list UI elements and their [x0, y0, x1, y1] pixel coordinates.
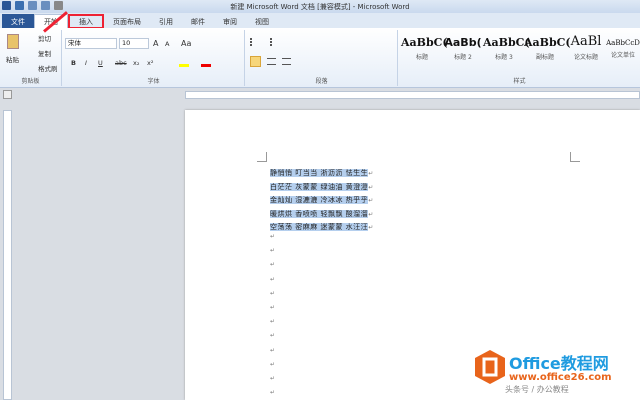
credit-text: 头条号 / 办公教程 — [505, 385, 569, 394]
subscript-button[interactable]: x₂ — [133, 59, 139, 67]
document-text[interactable]: 静悄悄 叮当当 淅沥沥 怯生生↵ 白茫茫 灰蒙蒙 绿油油 黄澄澄↵ 金灿灿 湿漉… — [270, 167, 373, 235]
paragraph-mark: ↵ — [270, 275, 276, 283]
style-paper-unit[interactable]: AaBbCcD 论文单位 — [603, 36, 640, 59]
grow-font-button[interactable]: A — [153, 39, 158, 48]
paragraph-mark: ↵ — [270, 233, 276, 240]
style-title[interactable]: AaBbC( 标题 — [401, 36, 448, 61]
brand-url: www.office26.com — [509, 372, 612, 383]
tab-page-layout[interactable]: 页面布局 — [104, 14, 150, 29]
style-sample: AaBbC( — [401, 36, 448, 49]
paragraph-mark: ↵ — [368, 183, 374, 191]
style-sample: AaBbCcD — [606, 39, 640, 47]
horizontal-ruler[interactable] — [185, 91, 640, 99]
italic-button[interactable]: I — [85, 59, 87, 67]
paragraph-mark: ↵ — [270, 389, 276, 397]
office-logo-icon — [475, 350, 505, 384]
style-heading-2[interactable]: AaBb( 标题 2 — [442, 36, 484, 61]
font-label: 字体 — [147, 78, 160, 85]
paragraph-mark: ↵ — [368, 210, 374, 218]
text-line: 白茫茫 灰蒙蒙 绿油油 黄澄澄 — [270, 182, 369, 191]
tab-insert[interactable]: 插入 — [68, 14, 104, 29]
paragraph-mark: ↵ — [270, 289, 276, 297]
shrink-font-button[interactable]: A — [165, 40, 169, 48]
paragraph-mark: ↵ — [270, 332, 276, 340]
font-size-select[interactable]: 10 — [119, 38, 149, 49]
format-painter-button[interactable]: 格式刷 — [38, 63, 58, 73]
paragraph-mark: ↵ — [368, 197, 374, 204]
clipboard-group: 粘贴 剪切 复制 格式刷 剪贴板 — [0, 30, 62, 86]
paragraph-group: 段落 — [246, 30, 398, 86]
style-sample: AaBb( — [444, 36, 482, 49]
style-name: 副标题 — [535, 54, 554, 61]
styles-group: AaBbC(标题 AaBb(标题 2 AaBbC(标题 3 AaBbC(副标题 … — [399, 30, 640, 86]
text-line: 暖烘烘 香喷喷 轻飘飘 酸溜溜 — [270, 209, 369, 218]
align-right-icon[interactable] — [282, 58, 291, 65]
superscript-button[interactable]: x² — [147, 59, 153, 67]
tab-view[interactable]: 视图 — [246, 14, 278, 29]
style-sample: AaBbC( — [483, 36, 530, 49]
style-name: 论文标题 — [573, 54, 598, 61]
clipboard-label: 剪贴板 — [21, 78, 40, 85]
paragraph-mark: ↵ — [270, 304, 276, 312]
bold-button[interactable]: B — [71, 59, 76, 67]
highlight-icon[interactable] — [179, 64, 189, 67]
paragraph-mark: ↵ — [270, 247, 276, 255]
strikethrough-button[interactable]: abc — [115, 59, 127, 67]
paragraph-mark: ↵ — [270, 261, 276, 269]
brand-name: Office教程网 — [509, 354, 609, 373]
tab-file[interactable]: 文件 — [2, 14, 34, 29]
vertical-ruler[interactable] — [3, 110, 12, 400]
ribbon: 粘贴 剪切 复制 格式刷 剪贴板 宋体 10 A A Aa B I U abc … — [0, 28, 640, 88]
numbering-icon[interactable] — [270, 38, 280, 46]
window-title: 新建 Microsoft Word 文档 [兼容模式] - Microsoft … — [230, 3, 410, 11]
tab-references[interactable]: 引用 — [150, 14, 182, 29]
paragraph-mark: ↵ — [368, 224, 374, 231]
paragraph-label: 段落 — [315, 78, 328, 85]
style-name: 标题 2 — [454, 54, 472, 61]
paste-button[interactable]: 粘贴 — [6, 54, 19, 64]
style-subtitle[interactable]: AaBbC( 副标题 — [524, 36, 571, 61]
text-line: 金灿灿 湿漉漉 冷冰冰 热乎乎 — [270, 196, 369, 204]
paragraph-mark: ↵ — [368, 170, 374, 177]
tab-review[interactable]: 审阅 — [214, 14, 246, 29]
watermark-logo: Office教程网 www.office26.com 头条号 / 办公教程 — [475, 350, 635, 395]
bullets-icon[interactable] — [250, 38, 260, 46]
change-case-button[interactable]: Aa — [181, 39, 191, 48]
style-paper-title[interactable]: AaBl 论文标题 — [565, 34, 607, 61]
tab-selector[interactable] — [3, 90, 12, 99]
font-group: 宋体 10 A A Aa B I U abc x₂ x² 字体 — [63, 30, 245, 86]
font-color-icon[interactable] — [201, 64, 211, 67]
align-left-icon[interactable] — [250, 56, 261, 67]
align-center-icon[interactable] — [267, 58, 276, 65]
paragraph-mark: ↵ — [270, 375, 276, 383]
underline-button[interactable]: U — [98, 59, 103, 67]
empty-paragraphs: ↵ ↵ ↵ ↵ ↵ ↵ ↵ ↵ ↵ ↵ ↵ ↵ — [270, 230, 275, 400]
style-name: 标题 3 — [495, 54, 513, 61]
ribbon-tabs: 文件 开始 插入 页面布局 引用 邮件 审阅 视图 — [0, 13, 640, 29]
paragraph-mark: ↵ — [270, 346, 276, 354]
style-name: 论文单位 — [610, 52, 635, 59]
paragraph-mark: ↵ — [270, 360, 276, 368]
crop-mark — [570, 152, 580, 162]
style-sample: AaBbC( — [524, 36, 571, 49]
style-heading-3[interactable]: AaBbC( 标题 3 — [483, 36, 530, 61]
crop-mark — [257, 152, 267, 162]
font-name-select[interactable]: 宋体 — [65, 38, 117, 49]
paste-icon[interactable] — [7, 34, 19, 49]
text-line: 空荡荡 密麻麻 迷蒙蒙 水汪汪 — [270, 223, 369, 231]
style-sample: AaBl — [570, 34, 602, 49]
tab-mailings[interactable]: 邮件 — [182, 14, 214, 29]
text-line: 静悄悄 叮当当 淅沥沥 怯生生 — [270, 169, 369, 177]
cut-button[interactable]: 剪切 — [38, 33, 51, 43]
title-bar: 新建 Microsoft Word 文档 [兼容模式] - Microsoft … — [0, 0, 640, 13]
styles-label: 样式 — [513, 78, 526, 85]
copy-button[interactable]: 复制 — [38, 48, 51, 58]
style-name: 标题 — [415, 54, 428, 61]
paragraph-mark: ↵ — [270, 318, 276, 326]
